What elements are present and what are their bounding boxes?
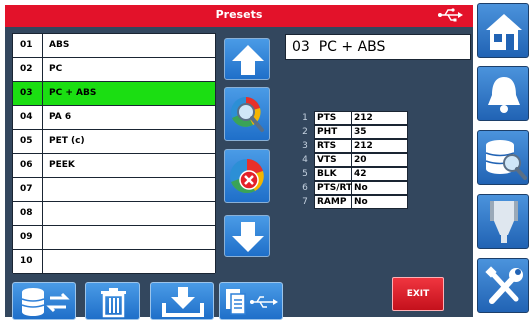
preset-row[interactable]: 09 — [13, 226, 215, 250]
preset-row[interactable]: 04 PA 6 — [13, 106, 215, 130]
sync-database-button[interactable] — [12, 282, 76, 320]
usb-icon — [438, 8, 463, 22]
parameter-row: 4 VTS 20 — [298, 153, 410, 167]
preset-name: PA 6 — [49, 112, 72, 122]
parameter-row: 6 PTS/RTS No — [298, 181, 410, 195]
presets-screen: Presets 01 ABS 02 PC 03 PC + ABS 04 PA 6 05 PET (… — [5, 5, 473, 320]
parameter-value: No — [352, 181, 408, 195]
move-down-button[interactable] — [224, 215, 270, 257]
parameter-name: PTS/RTS — [314, 181, 359, 195]
database-sync-icon — [21, 288, 70, 316]
parameter-name: RAMP — [314, 195, 352, 209]
view-preset-button[interactable] — [224, 87, 270, 141]
trash-icon — [101, 288, 126, 318]
move-up-button[interactable] — [224, 38, 270, 80]
preset-list: 01 ABS 02 PC 03 PC + ABS 04 PA 6 05 PET (c) 06 PEEK… — [12, 33, 216, 274]
parameter-index: 1 — [302, 113, 308, 123]
preset-row[interactable]: 08 — [13, 202, 215, 226]
parameter-row: 7 RAMP No — [298, 195, 410, 209]
parameter-name: PHT — [314, 125, 352, 139]
preset-name: PC + ABS — [49, 88, 97, 98]
preset-number: 04 — [13, 106, 43, 129]
database-search-button[interactable] — [477, 130, 529, 185]
preset-number: 09 — [13, 226, 43, 249]
parameter-name: VTS — [314, 153, 352, 167]
home-icon — [486, 14, 522, 50]
parameter-name: BLK — [314, 167, 352, 181]
parameter-name: RTS — [314, 139, 352, 153]
preset-name: ABS — [49, 40, 70, 50]
preset-row[interactable]: 01 ABS — [13, 34, 215, 58]
page-title: Presets — [215, 8, 263, 21]
parameter-row: 5 BLK 42 — [298, 167, 410, 181]
preset-number: 08 — [13, 202, 43, 225]
settings-button[interactable] — [477, 258, 529, 313]
parameter-index: 5 — [302, 169, 308, 179]
bell-icon — [488, 77, 520, 113]
parameter-table: 1 PTS 212 2 PHT 35 3 RTS 212 4 VTS 20 5 BLK 42 6 PTS/RTS… — [298, 111, 410, 209]
parameter-value: 35 — [352, 125, 408, 139]
nozzle-button[interactable] — [477, 194, 529, 249]
preset-row[interactable]: 07 — [13, 178, 215, 202]
preset-number: 10 — [13, 250, 43, 273]
parameter-name: PTS — [314, 111, 352, 125]
parameter-index: 3 — [302, 141, 308, 151]
preset-row[interactable]: 03 PC + ABS — [13, 82, 215, 106]
parameter-value: 20 — [352, 153, 408, 167]
parameter-index: 7 — [302, 197, 308, 207]
search-chart-icon — [231, 97, 264, 132]
parameter-row: 1 PTS 212 — [298, 111, 410, 125]
database-search-icon — [485, 140, 527, 180]
delete-chart-icon — [230, 159, 264, 194]
parameter-value: No — [352, 195, 408, 209]
parameter-value: 212 — [352, 139, 408, 153]
parameter-row: 3 RTS 212 — [298, 139, 410, 153]
arrow-down-icon — [232, 222, 264, 252]
tools-icon — [485, 266, 523, 304]
preset-name: PC — [49, 64, 63, 74]
parameter-index: 2 — [302, 127, 308, 137]
exit-button[interactable]: EXIT — [392, 277, 444, 311]
preset-number: 05 — [13, 130, 43, 153]
load-preset-button[interactable] — [150, 282, 214, 320]
home-button[interactable] — [477, 3, 529, 58]
preset-number: 01 — [13, 34, 43, 57]
selected-preset-field: 03 PC + ABS — [285, 34, 471, 60]
nozzle-icon — [490, 201, 518, 243]
arrow-up-icon — [232, 45, 264, 75]
preset-name: PET (c) — [49, 136, 85, 146]
parameter-row: 2 PHT 35 — [298, 125, 410, 139]
parameter-value: 212 — [352, 111, 408, 125]
alarm-button[interactable] — [477, 66, 529, 121]
parameter-index: 4 — [302, 155, 308, 165]
preset-number: 07 — [13, 178, 43, 201]
preset-row[interactable]: 02 PC — [13, 58, 215, 82]
copy-usb-icon — [226, 289, 278, 315]
export-usb-button[interactable] — [219, 282, 283, 320]
delete-button[interactable] — [85, 282, 140, 320]
preset-row[interactable]: 10 — [13, 250, 215, 274]
parameter-index: 6 — [302, 183, 308, 193]
parameter-value: 42 — [352, 167, 408, 181]
download-icon — [162, 287, 204, 317]
preset-row[interactable]: 05 PET (c) — [13, 130, 215, 154]
preset-row[interactable]: 06 PEEK — [13, 154, 215, 178]
preset-number: 03 — [13, 82, 43, 105]
preset-number: 06 — [13, 154, 43, 177]
delete-preset-button[interactable] — [224, 149, 270, 203]
title-bar: Presets — [5, 5, 473, 27]
preset-name: PEEK — [49, 160, 75, 170]
preset-number: 02 — [13, 58, 43, 81]
